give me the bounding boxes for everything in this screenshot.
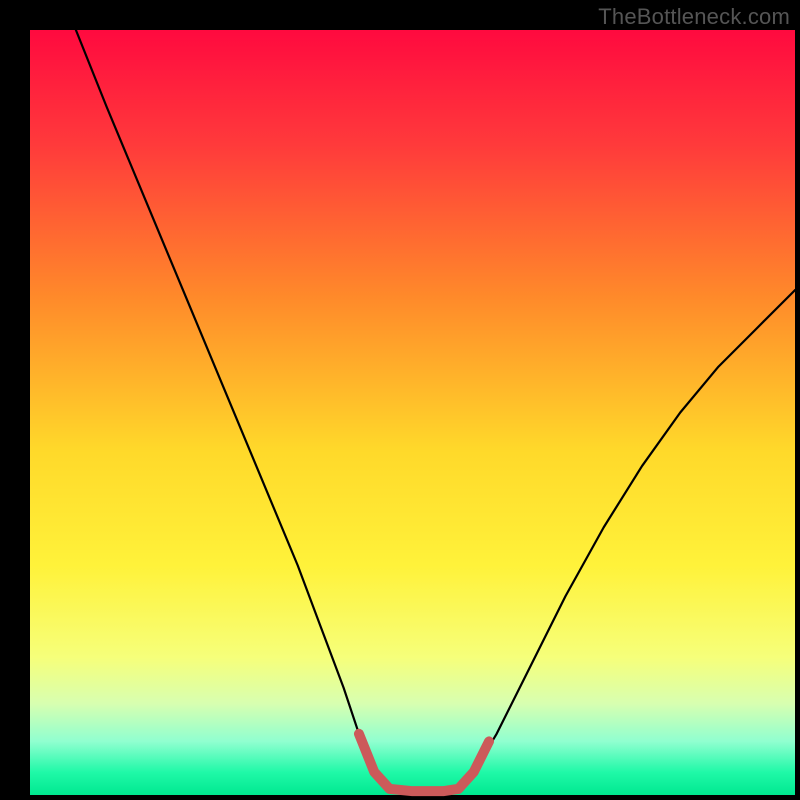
watermark-text: TheBottleneck.com bbox=[598, 4, 790, 30]
chart-svg bbox=[0, 0, 800, 800]
chart-container: { "watermark": "TheBottleneck.com", "cha… bbox=[0, 0, 800, 800]
